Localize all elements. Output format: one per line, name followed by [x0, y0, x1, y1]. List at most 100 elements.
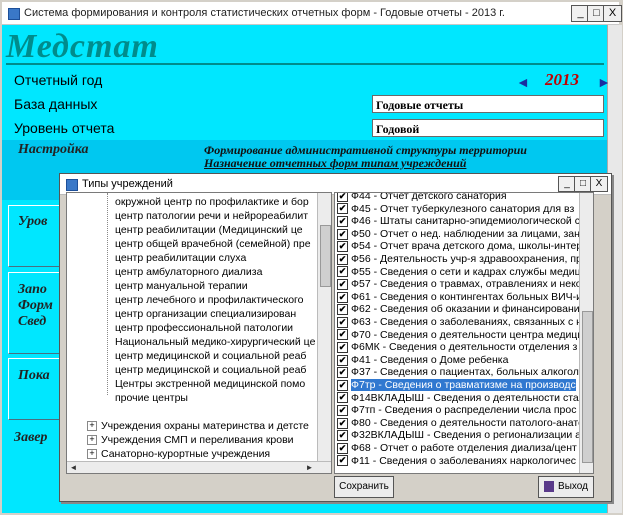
form-checkbox[interactable]: ✔: [337, 404, 348, 416]
tree-item[interactable]: окружной центр по профилактике и бор: [115, 195, 309, 209]
form-checkbox[interactable]: ✔: [337, 278, 348, 290]
form-checkbox[interactable]: ✔: [337, 266, 348, 278]
form-label: Ф56 - Деятельность учр-я здравоохранения…: [351, 253, 582, 265]
tree-scroll-left-icon[interactable]: ◄: [67, 462, 80, 473]
tree-item[interactable]: центр медицинской и социальной реаб: [115, 349, 306, 363]
title-bar: Система формирования и контроля статисти…: [2, 2, 622, 25]
form-label: Ф41 - Сведения о Доме ребенка: [351, 353, 509, 366]
form-checkbox[interactable]: ✔: [337, 304, 348, 316]
link-assign-forms[interactable]: Назначение отчетных форм типам учреждени…: [204, 156, 466, 171]
database-field[interactable]: Годовые отчеты: [372, 95, 604, 113]
tree-scroll-thumb[interactable]: [320, 225, 331, 287]
form-label: Ф14ВКЛАДЫШ - Сведения о деятельности ста…: [351, 391, 585, 404]
form-checkbox[interactable]: ✔: [337, 253, 348, 265]
form-checkbox[interactable]: ✔: [337, 379, 348, 391]
forms-list[interactable]: ✔ Ф44 - Отчет детского санатория ✔ Ф45 - От…: [334, 192, 594, 474]
form-row[interactable]: ✔ Ф11 - Сведения о заболеваниях наркологи…: [337, 454, 577, 468]
tree-item[interactable]: центр организации специализирован: [115, 307, 296, 321]
form-label: Ф44 - Отчет детского санатория: [351, 192, 507, 202]
report-level-field[interactable]: Годовой: [372, 119, 604, 137]
tree-item[interactable]: центр реабилитации (Медицинский це: [115, 223, 303, 237]
form-checkbox[interactable]: ✔: [337, 455, 348, 467]
form-checkbox[interactable]: ✔: [337, 329, 348, 341]
form-checkbox[interactable]: ✔: [337, 241, 348, 253]
year-prev-arrow-icon[interactable]: ◄: [516, 74, 530, 90]
tree-vertical-scrollbar[interactable]: [317, 193, 331, 461]
close-button[interactable]: X: [603, 5, 622, 22]
tree-item[interactable]: центр медицинской и социальной реаб: [115, 363, 306, 377]
tree-item[interactable]: центр профессиональной патологии: [115, 321, 293, 335]
form-label: Ф68 - Отчет о работе отделения диализа/ц…: [351, 442, 577, 454]
tree-item[interactable]: центр патологии речи и нейрореабилит: [115, 209, 308, 223]
institution-tree[interactable]: окружной центр по профилактике и бор цент…: [66, 192, 332, 474]
tree-item[interactable]: Центры экстренной медицинской помо: [115, 377, 305, 391]
form-label: Ф37 - Сведения о пациентах, больных алко…: [351, 366, 579, 379]
exit-button[interactable]: Выход: [538, 476, 594, 498]
expand-icon[interactable]: +: [87, 449, 97, 460]
form-label: Ф80 - Сведения о деятельности патолого-а…: [351, 416, 584, 429]
form-label: Ф70 - Сведения о деятельности центра мед…: [351, 328, 584, 341]
side-label-fill-3[interactable]: Свед: [18, 314, 46, 330]
side-label-finish[interactable]: Завер: [14, 430, 47, 446]
forms-scroll-thumb[interactable]: [582, 311, 593, 463]
side-label-level[interactable]: Уров: [18, 214, 47, 230]
side-label-fill-1[interactable]: Запо: [18, 282, 47, 298]
form-label: Ф6МК - Сведения о деятельности отделения…: [351, 341, 578, 354]
tree-item[interactable]: прочие центры: [115, 391, 188, 405]
tree-group-label: Учреждения СМП и переливания крови: [101, 434, 294, 446]
form-checkbox[interactable]: ✔: [337, 367, 348, 379]
dialog-close-button[interactable]: X: [590, 176, 608, 192]
tree-group[interactable]: + Учреждения охраны материнства и детсте: [87, 419, 309, 433]
form-label: Ф7тп - Сведения о распределении числа пр…: [351, 404, 577, 417]
form-checkbox[interactable]: ✔: [337, 215, 348, 227]
exit-door-icon: [544, 480, 555, 492]
form-checkbox[interactable]: ✔: [337, 291, 348, 303]
form-label: Ф45 - Отчет туберкулезного санатория для…: [351, 202, 575, 215]
database-label: База данных: [14, 96, 98, 112]
exit-button-label: Выход: [558, 481, 588, 492]
tree-scroll-right-icon[interactable]: ►: [303, 462, 316, 473]
form-label: Ф62 - Сведения об оказании и финансирова…: [351, 303, 580, 316]
side-label-show[interactable]: Пока: [18, 368, 50, 384]
form-checkbox[interactable]: ✔: [337, 316, 348, 328]
form-checkbox[interactable]: ✔: [337, 392, 348, 404]
report-level-label: Уровень отчета: [14, 120, 115, 136]
form-checkbox[interactable]: ✔: [337, 341, 348, 353]
tree-group-label: Санаторно-курортные учреждения: [101, 448, 271, 460]
form-checkbox[interactable]: ✔: [337, 430, 348, 442]
form-checkbox[interactable]: ✔: [337, 417, 348, 429]
year-label: Отчетный год: [14, 72, 103, 88]
tree-horizontal-scrollbar[interactable]: ◄ ►: [67, 461, 331, 473]
form-checkbox[interactable]: ✔: [337, 193, 348, 202]
form-checkbox[interactable]: ✔: [337, 354, 348, 366]
tree-group[interactable]: + Санаторно-курортные учреждения: [87, 447, 270, 461]
tree-group-label: Учреждения охраны материнства и детсте: [101, 420, 309, 432]
expand-icon[interactable]: +: [87, 421, 97, 432]
tree-item[interactable]: центр мануальной терапии: [115, 279, 248, 293]
year-value: 2013: [545, 70, 579, 89]
app-icon: [8, 8, 20, 20]
tree-item[interactable]: центр реабилитации слуха: [115, 251, 246, 265]
form-label: Ф61 - Сведения о контингентах больных ВИ…: [351, 290, 583, 303]
form-label: Ф57 - Сведения о травмах, отравлениях и …: [351, 278, 582, 291]
year-next-arrow-icon[interactable]: ►: [597, 74, 611, 90]
save-button[interactable]: Сохранить: [334, 476, 394, 498]
tree-item[interactable]: центр лечебного и профилактического: [115, 293, 303, 307]
tree-group[interactable]: + Учреждения СМП и переливания крови: [87, 433, 294, 447]
form-label: Ф63 - Сведения о заболеваниях, связанных…: [351, 316, 582, 328]
app-logo: Медстат: [6, 28, 159, 65]
form-checkbox[interactable]: ✔: [337, 228, 348, 240]
logo-divider: [6, 63, 604, 65]
form-label: Ф50 - Отчет о нед. наблюдении за лицами,…: [351, 227, 580, 240]
expand-icon[interactable]: +: [87, 435, 97, 446]
tree-item[interactable]: Национальный медико-хирургический це: [115, 335, 315, 349]
side-label-fill-2[interactable]: Форм: [18, 298, 53, 314]
settings-heading[interactable]: Настройка: [18, 142, 89, 158]
tree-item[interactable]: центр амбулаторного диализа: [115, 265, 262, 279]
tree-guide-line: [107, 193, 109, 395]
forms-vertical-scrollbar[interactable]: [579, 193, 593, 473]
form-checkbox[interactable]: ✔: [337, 442, 348, 454]
form-checkbox[interactable]: ✔: [337, 203, 348, 215]
tree-item[interactable]: центр общей врачебной (семейной) пре: [115, 237, 311, 251]
form-label: Ф55 - Сведения о сети и кадрах службы ме…: [351, 265, 587, 278]
